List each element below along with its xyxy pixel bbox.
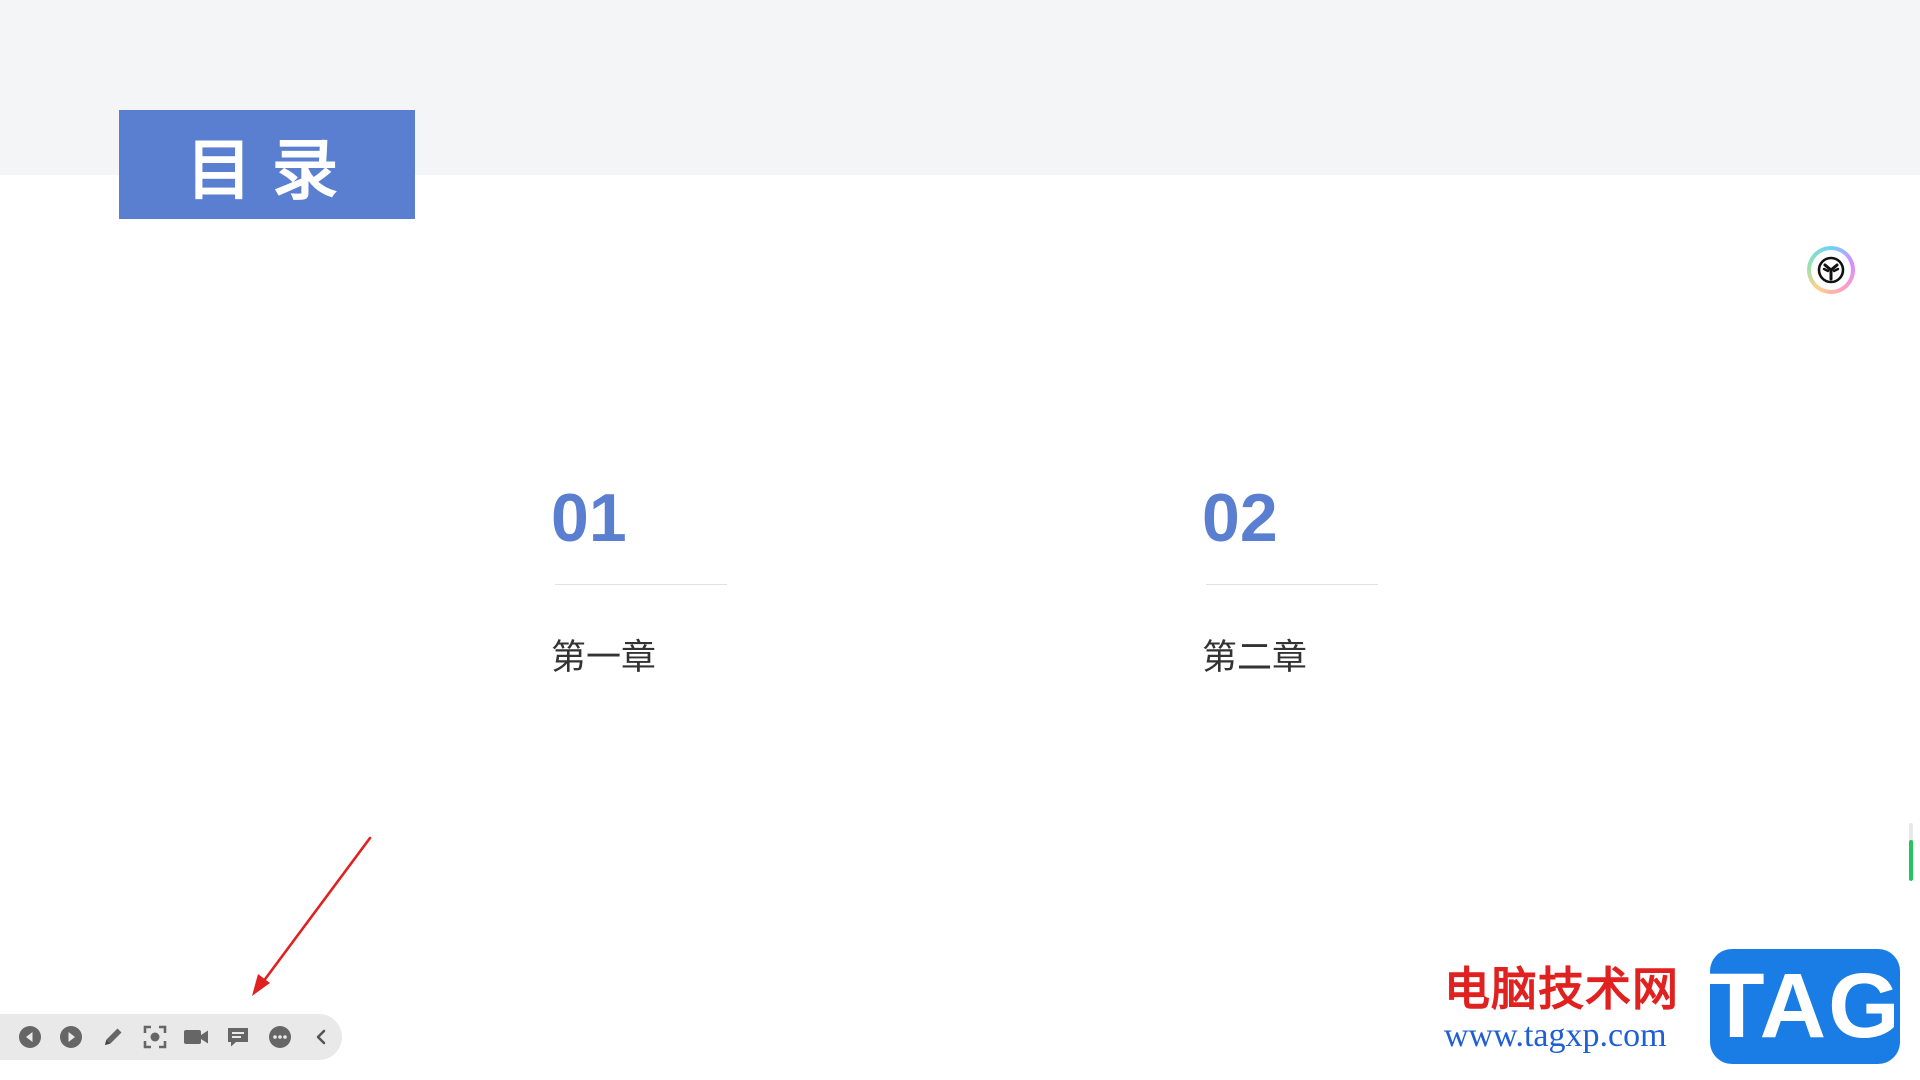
title-box: 目录 xyxy=(119,110,415,219)
more-dots-icon xyxy=(268,1026,291,1048)
focus-frame-icon xyxy=(143,1025,166,1049)
chapter-2-divider xyxy=(1206,584,1378,585)
site-watermark: 电脑技术网 www.tagxp.com TAG xyxy=(1440,945,1915,1070)
chapter-1-label: 第一章 xyxy=(551,638,657,678)
circle-right-icon xyxy=(60,1026,83,1048)
watermark-url: www.tagxp.com xyxy=(1444,1017,1667,1054)
scroll-indicator[interactable] xyxy=(1909,823,1913,881)
next-slide-button[interactable] xyxy=(51,1016,93,1058)
pen-button[interactable] xyxy=(92,1016,134,1058)
chapter-2-label: 第二章 xyxy=(1202,638,1308,678)
presentation-slide: 目录 01 第一章 02 第二章 电脑技术网 www.tagxp.com TAG xyxy=(0,0,1920,1080)
video-camera-icon xyxy=(184,1030,209,1044)
collapse-toolbar-button[interactable] xyxy=(300,1016,342,1058)
record-button[interactable] xyxy=(176,1016,218,1058)
previous-slide-button[interactable] xyxy=(9,1016,51,1058)
watermark-brand-text: 电脑技术网 xyxy=(1444,962,1679,1016)
chevron-left-icon xyxy=(316,1029,326,1045)
chapter-1-divider xyxy=(555,584,727,585)
watermark-tag-logo: TAG xyxy=(1708,949,1902,1064)
watermark-tag-text: TAG xyxy=(1708,955,1902,1057)
ai-assistant-button[interactable] xyxy=(1807,246,1855,294)
screenshot-button[interactable] xyxy=(134,1016,176,1058)
speech-bubble-icon xyxy=(227,1028,248,1047)
comment-button[interactable] xyxy=(217,1016,259,1058)
chapter-1-number: 01 xyxy=(551,480,627,556)
red-arrow-icon xyxy=(252,836,372,996)
page-title: 目录 xyxy=(186,131,358,209)
circle-left-icon xyxy=(18,1026,41,1048)
more-button[interactable] xyxy=(259,1016,301,1058)
pen-icon xyxy=(105,1028,122,1045)
ai-assistant-icon xyxy=(1817,256,1845,284)
slideshow-toolbar xyxy=(0,1014,342,1060)
chapter-2-number: 02 xyxy=(1202,480,1278,556)
scroll-indicator-fill xyxy=(1909,840,1913,881)
